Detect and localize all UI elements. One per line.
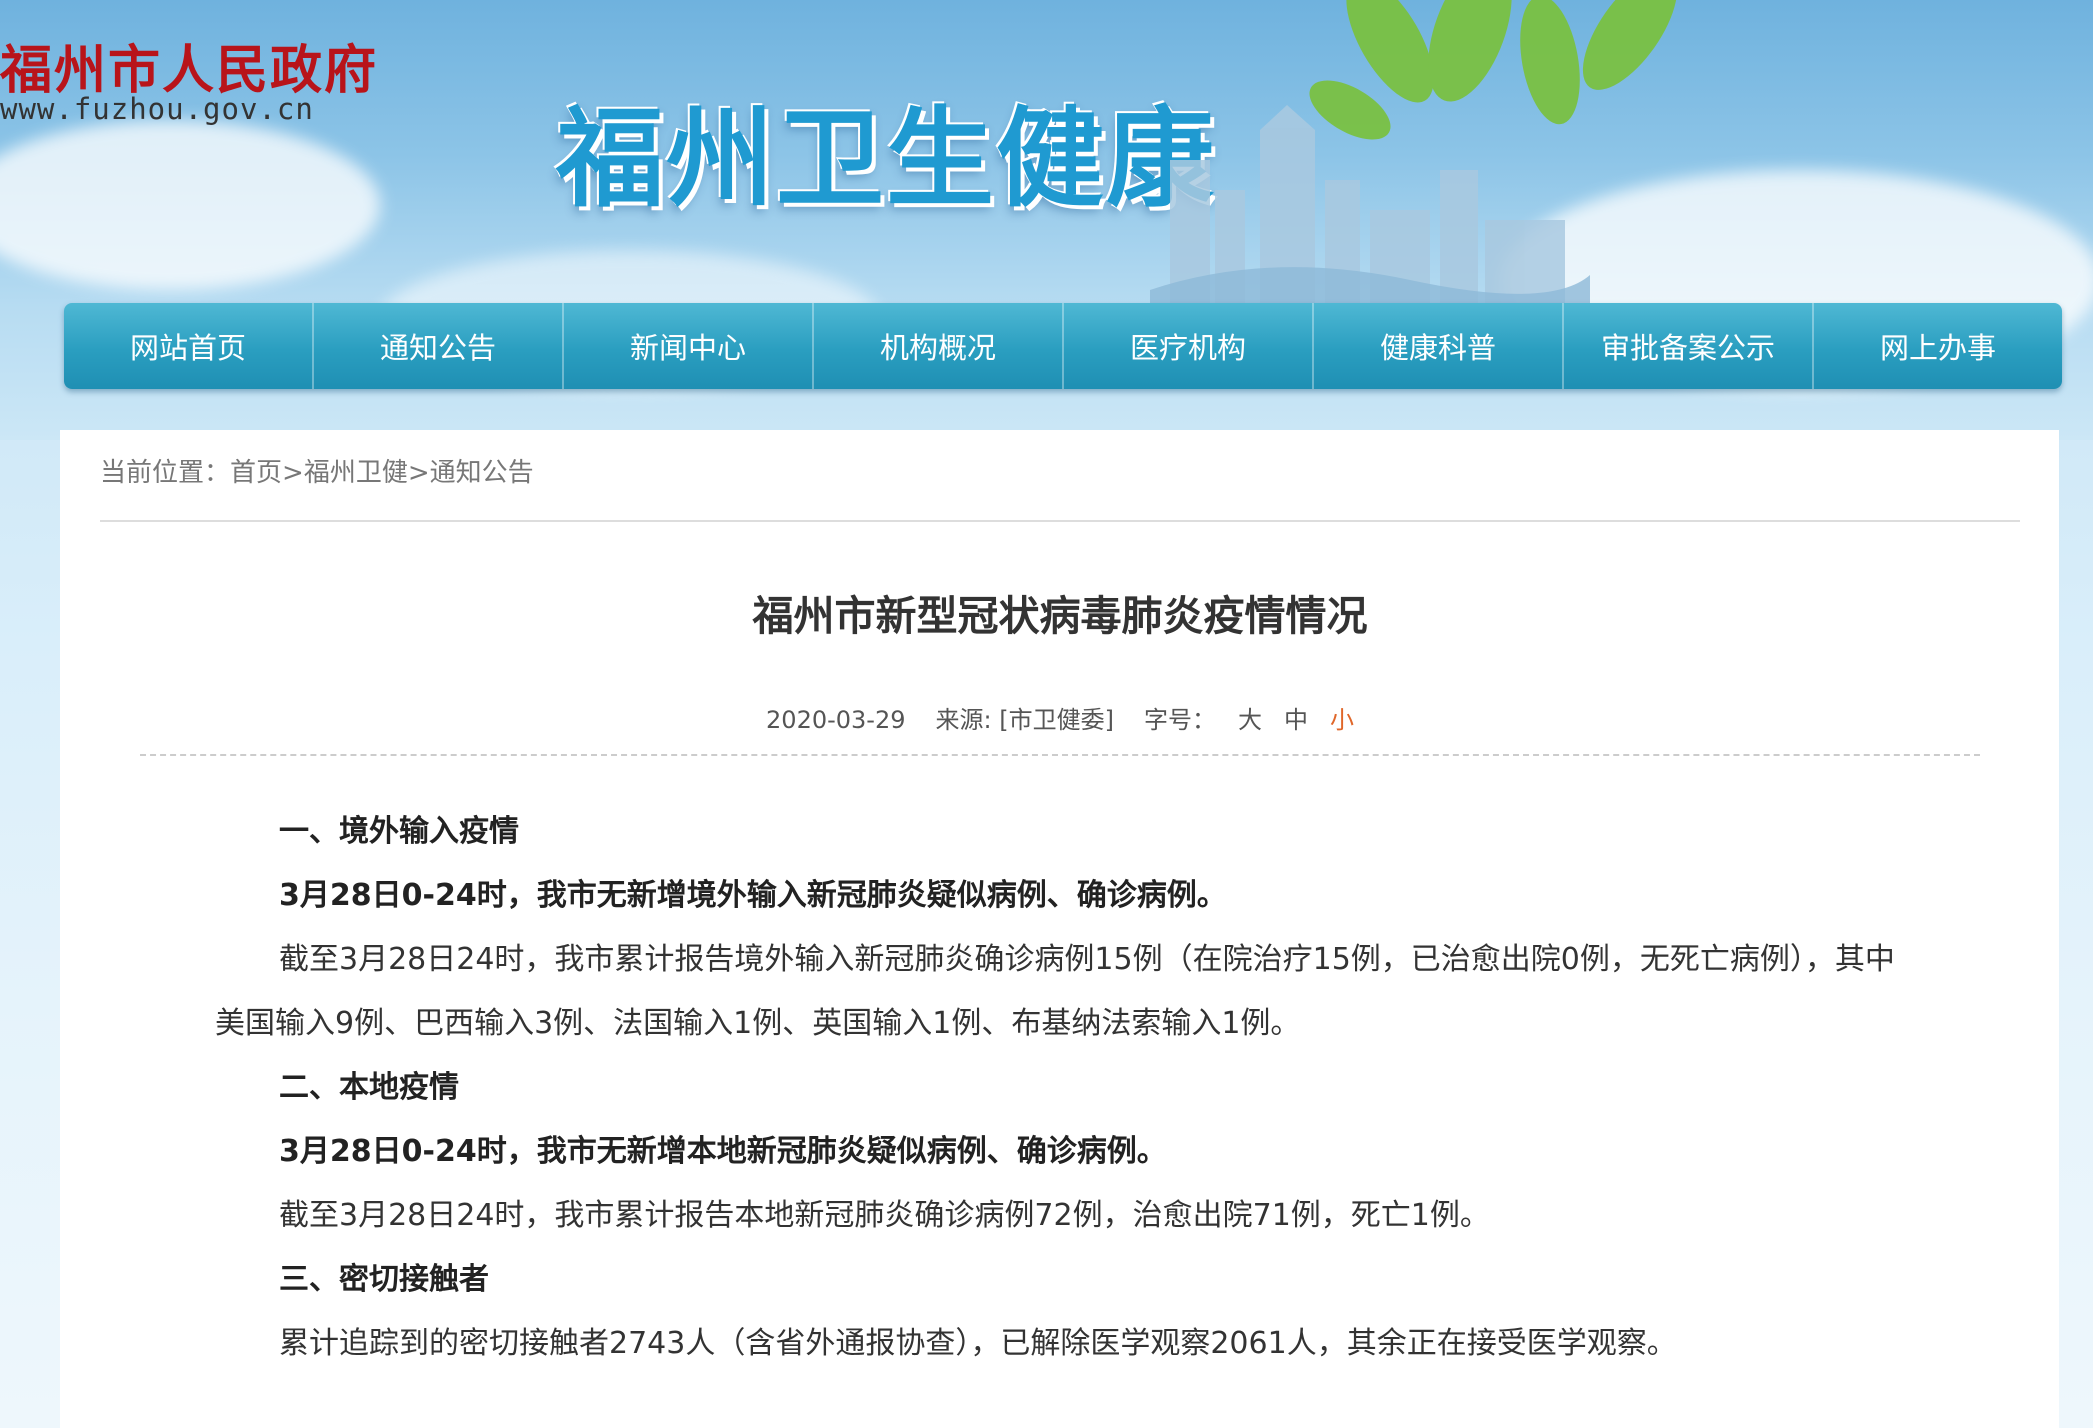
breadcrumb-prefix: 当前位置：	[100, 458, 231, 488]
article-meta: 2020-03-29 来源: [市卫健委] 字号： 大中小	[60, 700, 2060, 735]
article-paragraph: 截至3月28日24时，我市累计报告本地新冠肺炎确诊病例72例，治愈出院71例，死…	[279, 1198, 1490, 1233]
font-size-label: 字号：	[1143, 706, 1216, 734]
breadcrumb-separator: >	[282, 458, 304, 488]
article-body: 一、境外输入疫情 3月28日0-24时，我市无新增境外输入新冠肺炎疑似病例、确诊病…	[215, 800, 1905, 1376]
nav-item-online-services[interactable]: 网上办事	[1814, 303, 2062, 389]
article-heading: 3月28日0-24时，我市无新增本地新冠肺炎疑似病例、确诊病例。	[279, 1134, 1167, 1169]
content-panel: 当前位置：首页>福州卫健>通知公告 福州市新型冠状病毒肺炎疫情情况 2020-0…	[60, 430, 2059, 1428]
article-heading: 三、密切接触者	[279, 1262, 489, 1297]
article-heading: 一、境外输入疫情	[279, 814, 519, 849]
font-size-small-button[interactable]: 小	[1330, 706, 1354, 734]
nav-item-approval-disclosure[interactable]: 审批备案公示	[1564, 303, 1814, 389]
nav-item-about[interactable]: 机构概况	[814, 303, 1064, 389]
main-nav: 网站首页 通知公告 新闻中心 机构概况 医疗机构 健康科普 审批备案公示 网上办…	[64, 303, 2062, 389]
article-title: 福州市新型冠状病毒肺炎疫情情况	[752, 592, 1368, 640]
article-source: 来源: [市卫健委]	[935, 706, 1114, 734]
gov-url: www.fuzhou.gov.cn	[0, 92, 314, 126]
breadcrumb: 当前位置：首页>福州卫健>通知公告	[100, 452, 534, 489]
meta-divider	[140, 754, 1980, 756]
font-size-large-button[interactable]: 大	[1238, 706, 1262, 734]
article-heading: 二、本地疫情	[279, 1070, 459, 1105]
leaves-decoration	[1309, 0, 1678, 140]
nav-item-notices[interactable]: 通知公告	[314, 303, 564, 389]
breadcrumb-separator: >	[407, 458, 430, 488]
cloud-decoration	[0, 120, 380, 290]
breadcrumb-item-home[interactable]: 首页	[230, 458, 282, 488]
nav-item-medical-institutions[interactable]: 医疗机构	[1064, 303, 1314, 389]
site-title: 福州卫生健康	[556, 97, 1217, 222]
article-paragraph: 累计追踪到的密切接触者2743人（含省外通报协查），已解除医学观察2061人，其…	[279, 1326, 1677, 1361]
nav-item-news[interactable]: 新闻中心	[564, 303, 814, 389]
article-paragraph: 截至3月28日24时，我市累计报告境外输入新冠肺炎确诊病例15例（在院治疗15例…	[215, 942, 1895, 1041]
font-size-medium-button[interactable]: 中	[1284, 706, 1308, 734]
article-date: 2020-03-29	[766, 706, 906, 734]
breadcrumb-item-notices[interactable]: 通知公告	[430, 458, 534, 488]
nav-item-health-education[interactable]: 健康科普	[1314, 303, 1564, 389]
article-heading: 3月28日0-24时，我市无新增境外输入新冠肺炎疑似病例、确诊病例。	[279, 878, 1227, 913]
breadcrumb-divider	[100, 520, 2020, 522]
nav-item-home[interactable]: 网站首页	[64, 303, 314, 389]
breadcrumb-item-fuzhou-health[interactable]: 福州卫健	[304, 458, 408, 488]
